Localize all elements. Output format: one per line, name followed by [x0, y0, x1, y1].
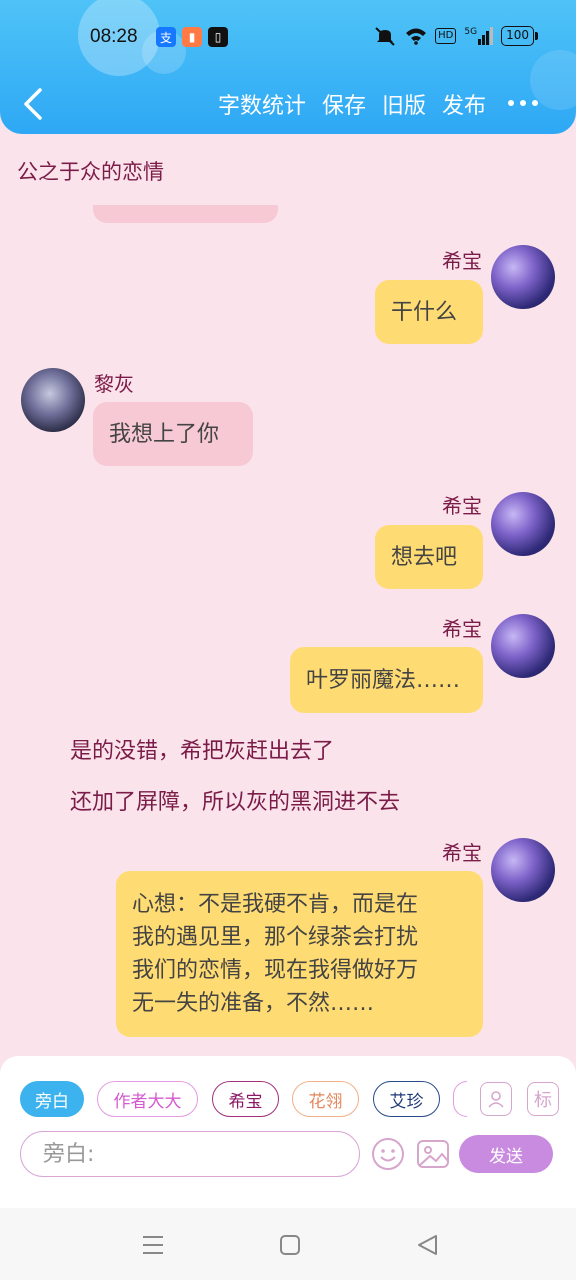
avatar-xibao[interactable] — [491, 245, 555, 309]
status-app-icons: 支 ▮ ▯ — [156, 27, 228, 47]
emoji-icon[interactable] — [371, 1137, 405, 1171]
image-icon[interactable] — [416, 1137, 450, 1171]
message-bubble[interactable]: 叶罗丽魔法…… — [290, 647, 483, 713]
signal-label: 5G — [464, 27, 478, 37]
wifi-icon — [406, 28, 427, 45]
message-bubble[interactable]: 想去吧 — [375, 525, 483, 589]
book-app-icon: ▮ — [182, 27, 202, 47]
menu-icon[interactable] — [141, 1234, 165, 1256]
message-line: 我们的恋情，现在我得做好万 — [132, 958, 419, 983]
avatar-xibao[interactable] — [491, 614, 555, 678]
tag-button[interactable]: 标 — [527, 1082, 559, 1116]
notes-app-icon: ▯ — [208, 27, 228, 47]
role-chip-author[interactable]: 作者大大 — [97, 1081, 198, 1117]
alipay-icon: 支 — [156, 27, 176, 47]
header-actions: 字数统计 保存 旧版 发布 — [218, 88, 486, 120]
person-card-icon[interactable] — [480, 1082, 512, 1116]
battery-indicator: 100 — [501, 26, 538, 46]
signal-icon: 5G — [464, 27, 494, 45]
send-button[interactable]: 发送 — [459, 1135, 553, 1173]
message-bubble[interactable]: 我想上了你 — [93, 402, 253, 466]
speaker-name: 黎灰 — [94, 372, 134, 396]
message-line: 无一失的准备，不然…… — [132, 991, 375, 1016]
role-chip-hualing[interactable]: 花翎 — [292, 1081, 359, 1117]
message-line: 我的遇见里，那个绿茶会打扰 — [132, 925, 419, 950]
person-card-icon-glyph — [488, 1091, 504, 1108]
home-square-icon[interactable] — [279, 1234, 301, 1256]
speaker-name: 希宝 — [442, 494, 482, 518]
message-bubble[interactable]: 心想：不是我硬不肯，而是在 我的遇见里，那个绿茶会打扰 我们的恋情，现在我得做好… — [116, 871, 483, 1037]
role-chip-narration[interactable]: 旁白 — [20, 1081, 84, 1117]
speaker-name: 希宝 — [442, 249, 482, 273]
role-chip-more[interactable] — [453, 1081, 467, 1117]
role-chip-aizhen[interactable]: 艾珍 — [373, 1081, 440, 1117]
partial-message-bubble — [93, 205, 278, 223]
chevron-left-icon[interactable] — [18, 86, 48, 122]
role-chip-xibao[interactable]: 希宝 — [212, 1081, 279, 1117]
triangle-back-icon[interactable] — [416, 1234, 438, 1256]
speaker-name: 希宝 — [442, 841, 482, 865]
message-input[interactable] — [20, 1131, 360, 1177]
message-line: 心想：不是我硬不肯，而是在 — [132, 892, 419, 917]
mute-bell-icon — [375, 27, 395, 46]
old-version-button[interactable]: 旧版 — [382, 88, 426, 120]
avatar-xibao[interactable] — [491, 838, 555, 902]
speaker-name: 希宝 — [442, 617, 482, 641]
app-header: 08:28 支 ▮ ▯ HD 5G 100 字数统计 保存 旧版 发布 — [0, 0, 576, 134]
message-bubble[interactable]: 干什么 — [375, 280, 483, 344]
avatar-lihui[interactable] — [21, 368, 85, 432]
avatar-xibao[interactable] — [491, 492, 555, 556]
word-count-button[interactable]: 字数统计 — [218, 88, 306, 120]
story-title: 公之于众的恋情 — [17, 160, 164, 184]
narration-text: 是的没错，希把灰赶出去了 — [70, 739, 335, 764]
more-dots-icon[interactable] — [508, 100, 538, 106]
save-button[interactable]: 保存 — [322, 88, 366, 120]
hd-icon: HD — [435, 28, 457, 44]
narration-text: 还加了屏障，所以灰的黑洞进不去 — [70, 790, 401, 815]
publish-button[interactable]: 发布 — [442, 88, 486, 120]
status-time: 08:28 — [90, 26, 138, 47]
status-indicators: HD 5G 100 — [373, 26, 538, 46]
